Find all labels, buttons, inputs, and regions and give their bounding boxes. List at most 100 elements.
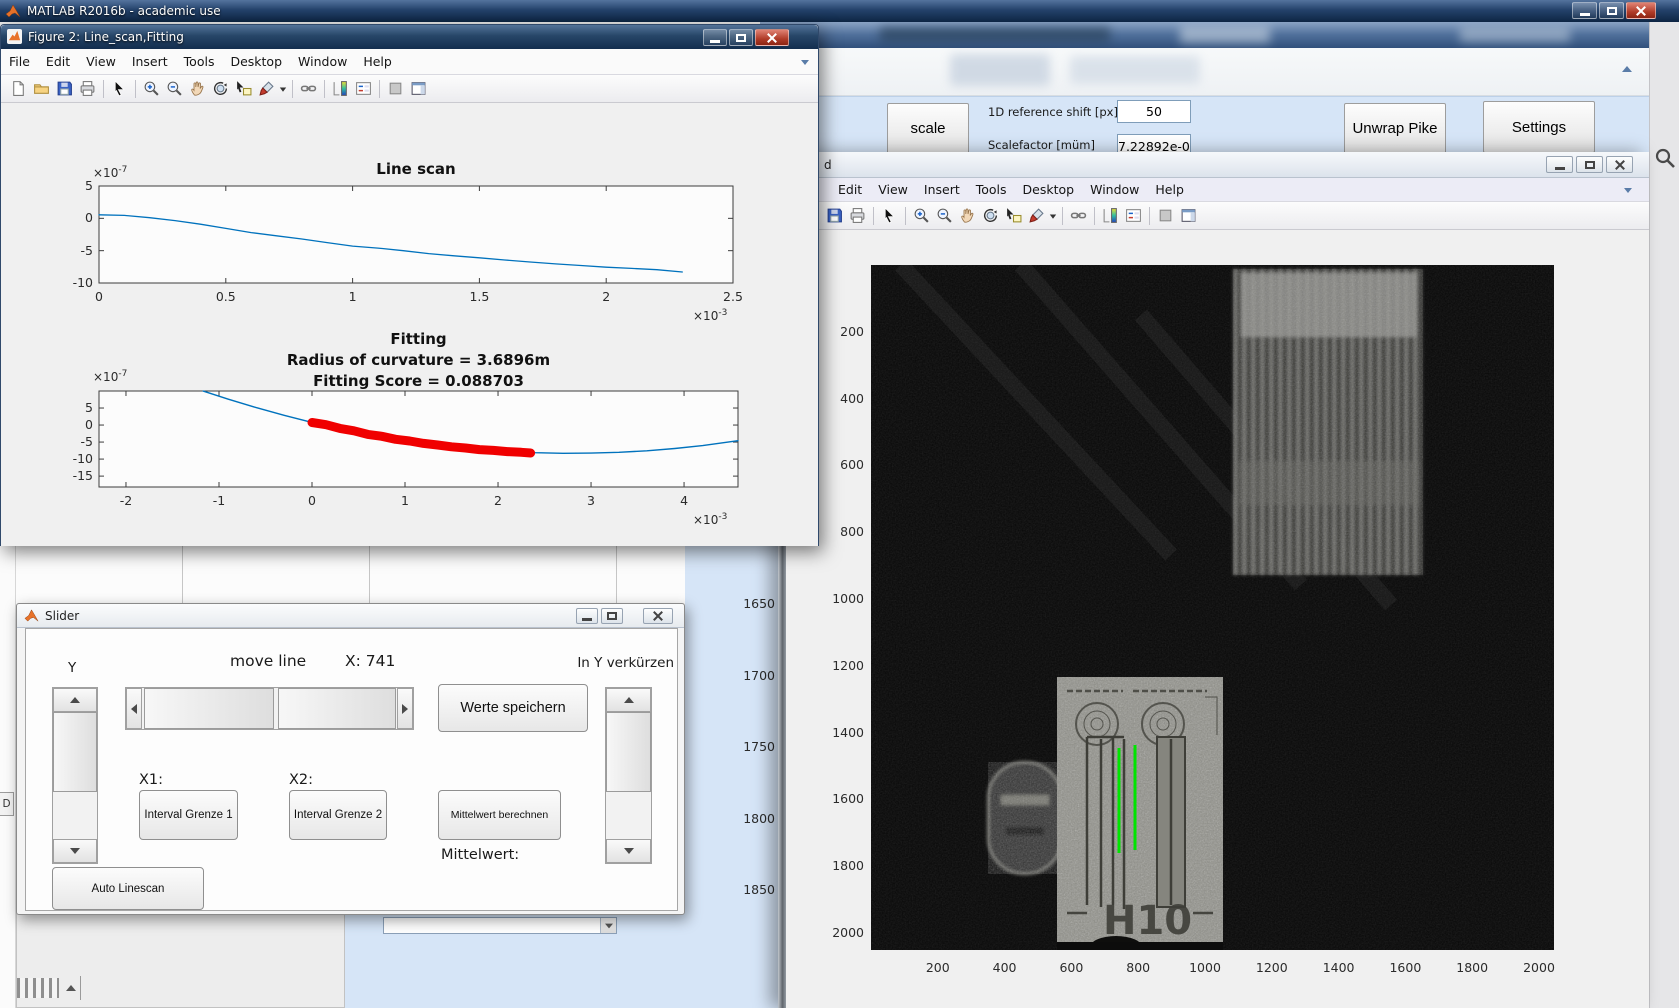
brush-icon[interactable] bbox=[255, 77, 278, 100]
brush-icon[interactable] bbox=[1025, 204, 1048, 227]
slider-down-button[interactable] bbox=[606, 839, 651, 863]
move-line-slider[interactable] bbox=[125, 687, 414, 730]
mittelwert-berechnen-button[interactable]: Mittelwert berechnen bbox=[438, 790, 561, 840]
rotate-3d-icon[interactable] bbox=[979, 204, 1002, 227]
pan-hand-icon[interactable] bbox=[956, 204, 979, 227]
menubar-chevron-icon[interactable] bbox=[1624, 188, 1632, 193]
y-slider[interactable] bbox=[52, 687, 98, 864]
menubar-chevron-icon[interactable] bbox=[801, 60, 809, 65]
unwrap-pike-button[interactable]: Unwrap Pike bbox=[1344, 103, 1446, 154]
print-icon[interactable] bbox=[76, 77, 99, 100]
pointer-icon[interactable] bbox=[108, 77, 131, 100]
slider-up-button[interactable] bbox=[606, 688, 651, 712]
menu-desktop[interactable]: Desktop bbox=[222, 54, 290, 69]
close-button[interactable] bbox=[755, 29, 789, 46]
image-x-tick-label: 600 bbox=[1059, 960, 1084, 975]
menu-help[interactable]: Help bbox=[1147, 182, 1192, 197]
menu-insert[interactable]: Insert bbox=[916, 182, 968, 197]
insert-colorbar-icon[interactable] bbox=[1099, 204, 1122, 227]
plot-tools-off-icon[interactable] bbox=[384, 77, 407, 100]
interval-grenze-2-button[interactable]: Interval Grenze 2 bbox=[289, 790, 387, 840]
interval-grenze-1-button[interactable]: Interval Grenze 1 bbox=[139, 790, 238, 840]
dropdown-caret-icon[interactable] bbox=[1048, 204, 1058, 227]
statusbar-grip[interactable] bbox=[17, 978, 59, 998]
menu-tools[interactable]: Tools bbox=[968, 182, 1015, 197]
zoom-in-icon[interactable] bbox=[910, 204, 933, 227]
menu-view[interactable]: View bbox=[870, 182, 916, 197]
in-y-slider[interactable] bbox=[605, 687, 652, 864]
minimize-button[interactable] bbox=[703, 29, 727, 46]
menu-window[interactable]: Window bbox=[1082, 182, 1147, 197]
zoom-in-icon[interactable] bbox=[140, 77, 163, 100]
plot-tools-on-icon[interactable] bbox=[407, 77, 430, 100]
maximize-button[interactable] bbox=[1599, 2, 1624, 19]
menu-window[interactable]: Window bbox=[290, 54, 355, 69]
docked-sidebar bbox=[0, 546, 16, 1008]
menu-edit[interactable]: Edit bbox=[830, 182, 870, 197]
menu-tools[interactable]: Tools bbox=[176, 54, 223, 69]
search-icon[interactable] bbox=[1653, 146, 1677, 170]
fitting-title: Fitting bbox=[390, 330, 447, 348]
dropdown-caret-icon[interactable] bbox=[278, 77, 288, 100]
toolstrip-collapse-icon[interactable] bbox=[1622, 66, 1632, 72]
maximize-button[interactable] bbox=[1576, 156, 1603, 173]
menu-insert[interactable]: Insert bbox=[124, 54, 176, 69]
slider-down-button[interactable] bbox=[53, 839, 97, 863]
new-document-icon[interactable] bbox=[7, 77, 30, 100]
link-plots-icon[interactable] bbox=[1067, 204, 1090, 227]
background-dropdown[interactable] bbox=[383, 917, 617, 934]
insert-colorbar-icon[interactable] bbox=[329, 77, 352, 100]
slider-right-button[interactable] bbox=[397, 688, 413, 729]
slider-thumb[interactable] bbox=[278, 688, 396, 729]
close-button[interactable] bbox=[1606, 156, 1633, 173]
auto-linescan-button[interactable]: Auto Linescan bbox=[52, 867, 204, 910]
plot-tools-off-icon[interactable] bbox=[1154, 204, 1177, 227]
minimize-button[interactable] bbox=[1546, 156, 1573, 173]
data-cursor-icon[interactable] bbox=[1002, 204, 1025, 227]
pan-hand-icon[interactable] bbox=[186, 77, 209, 100]
plot-tools-on-icon[interactable] bbox=[1177, 204, 1200, 227]
data-cursor-icon[interactable] bbox=[232, 77, 255, 100]
minimize-button[interactable] bbox=[576, 608, 598, 624]
link-plots-icon[interactable] bbox=[297, 77, 320, 100]
statusbar-expand-icon[interactable] bbox=[66, 985, 76, 991]
menu-edit[interactable]: Edit bbox=[38, 54, 78, 69]
slider-up-button[interactable] bbox=[53, 688, 97, 712]
slider-titlebar[interactable]: Slider bbox=[17, 604, 684, 628]
menu-desktop[interactable]: Desktop bbox=[1015, 182, 1083, 197]
insert-legend-icon[interactable] bbox=[1122, 204, 1145, 227]
menu-file[interactable]: File bbox=[1, 54, 38, 69]
zoom-out-icon[interactable] bbox=[933, 204, 956, 227]
save-icon[interactable] bbox=[53, 77, 76, 100]
open-folder-icon[interactable] bbox=[30, 77, 53, 100]
insert-legend-icon[interactable] bbox=[352, 77, 375, 100]
zoom-out-icon[interactable] bbox=[163, 77, 186, 100]
maximize-button[interactable] bbox=[729, 29, 753, 46]
slider-thumb[interactable] bbox=[144, 688, 274, 729]
pointer-icon[interactable] bbox=[878, 204, 901, 227]
slider-thumb[interactable] bbox=[53, 712, 97, 792]
scale-button[interactable]: scale bbox=[887, 103, 969, 154]
menu-view[interactable]: View bbox=[78, 54, 124, 69]
dropdown-arrow-button[interactable] bbox=[600, 918, 616, 933]
print-icon[interactable] bbox=[846, 204, 869, 227]
rotate-3d-icon[interactable] bbox=[209, 77, 232, 100]
maximize-button[interactable] bbox=[601, 608, 623, 624]
image-x-tick-label: 2000 bbox=[1523, 960, 1555, 975]
save-icon[interactable] bbox=[823, 204, 846, 227]
slider-left-button[interactable] bbox=[126, 688, 142, 729]
werte-speichern-button[interactable]: Werte speichern bbox=[438, 684, 588, 732]
scan-image[interactable]: H10 bbox=[871, 265, 1554, 950]
ref-shift-input[interactable] bbox=[1117, 100, 1191, 123]
minimize-button[interactable] bbox=[1572, 2, 1597, 19]
sidebar-tab-d[interactable]: D bbox=[0, 792, 14, 816]
close-button[interactable] bbox=[643, 608, 673, 624]
settings-button[interactable]: Settings bbox=[1483, 101, 1595, 153]
figure-right-menubar: Edit View Insert Tools Desktop Window Help bbox=[786, 178, 1649, 202]
close-button[interactable] bbox=[1626, 2, 1656, 19]
y-tick-label: 0 bbox=[85, 417, 93, 433]
figure2-titlebar[interactable]: Figure 2: Line_scan,Fitting bbox=[1, 25, 818, 49]
slider-thumb[interactable] bbox=[606, 712, 651, 792]
menu-help[interactable]: Help bbox=[355, 54, 400, 69]
figure-right-titlebar[interactable]: d bbox=[786, 152, 1649, 178]
